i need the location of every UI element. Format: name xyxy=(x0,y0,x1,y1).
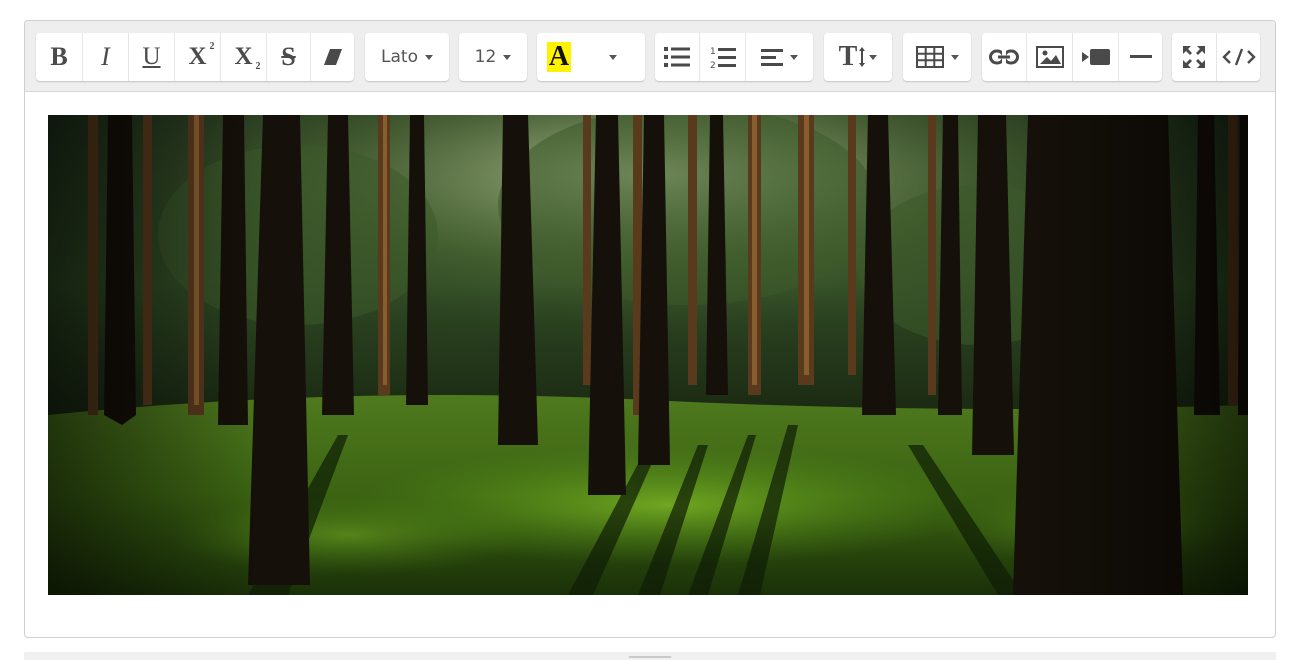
table-icon xyxy=(915,46,944,68)
superscript-button[interactable]: X 2 xyxy=(174,33,220,81)
line-height-group: T xyxy=(824,33,892,81)
horizontal-rule-button[interactable] xyxy=(1118,33,1162,81)
view-group xyxy=(1172,33,1260,81)
underline-button[interactable]: U xyxy=(128,33,174,81)
italic-icon: I xyxy=(101,42,110,71)
color-group: A xyxy=(537,33,645,81)
line-height-dropdown[interactable]: T xyxy=(824,33,892,81)
toolbar: B I U X 2 X 2 S Lato 12 A 1 2 T xyxy=(25,21,1275,92)
forest-photo[interactable] xyxy=(48,115,1248,595)
table-group xyxy=(903,33,971,81)
table-dropdown[interactable] xyxy=(903,33,971,81)
font-size-group: 12 xyxy=(459,33,527,81)
rich-text-editor: B I U X 2 X 2 S Lato 12 A 1 2 T xyxy=(24,20,1276,638)
font-family-value: Lato xyxy=(381,47,418,67)
text-color-icon: A xyxy=(547,41,571,72)
editor-content[interactable] xyxy=(25,93,1275,637)
align-icon xyxy=(761,49,783,66)
insert-link-button[interactable] xyxy=(982,33,1026,81)
insert-video-button[interactable] xyxy=(1072,33,1118,81)
font-style-group: B I U X 2 X 2 S xyxy=(36,33,354,81)
color-dropdown[interactable] xyxy=(581,33,645,81)
horizontal-rule-icon xyxy=(1129,55,1152,58)
fullscreen-icon xyxy=(1183,46,1205,68)
numbered-list-button[interactable]: 1 2 xyxy=(699,33,745,81)
chevron-down-icon xyxy=(503,54,512,60)
text-color-button[interactable]: A xyxy=(537,33,581,81)
chevron-down-icon xyxy=(790,54,798,60)
numbered-list-icon: 1 2 xyxy=(710,47,736,69)
paragraph-group: 1 2 xyxy=(655,33,813,81)
font-size-dropdown[interactable]: 12 xyxy=(459,33,527,81)
fullscreen-button[interactable] xyxy=(1172,33,1216,81)
video-icon xyxy=(1081,49,1110,65)
italic-button[interactable]: I xyxy=(82,33,128,81)
resize-bar[interactable] xyxy=(24,652,1276,660)
font-family-dropdown[interactable]: Lato xyxy=(365,33,449,81)
resize-grip-icon[interactable] xyxy=(629,656,671,658)
align-dropdown[interactable] xyxy=(745,33,813,81)
bullet-list-icon xyxy=(664,47,690,67)
insert-image-button[interactable] xyxy=(1026,33,1072,81)
subscript-icon: X 2 xyxy=(234,43,261,72)
font-family-group: Lato xyxy=(365,33,449,81)
line-height-icon: T xyxy=(839,41,867,73)
chevron-down-icon xyxy=(424,54,433,60)
eraser-icon xyxy=(323,49,342,65)
underline-icon: U xyxy=(142,43,161,70)
svg-text:1: 1 xyxy=(710,47,716,57)
link-icon xyxy=(989,49,1019,65)
superscript-icon: X 2 xyxy=(188,41,215,70)
code-view-icon xyxy=(1221,48,1256,66)
subscript-button[interactable]: X 2 xyxy=(220,33,266,81)
insert-group xyxy=(982,33,1162,81)
chevron-down-icon xyxy=(950,54,959,60)
svg-text:2: 2 xyxy=(710,61,716,69)
chevron-down-icon xyxy=(609,54,617,60)
bold-icon: B xyxy=(50,42,68,71)
strikethrough-button[interactable]: S xyxy=(266,33,310,81)
clear-format-button[interactable] xyxy=(310,33,354,81)
image-icon xyxy=(1035,46,1064,68)
chevron-down-icon xyxy=(869,54,878,60)
bullet-list-button[interactable] xyxy=(655,33,699,81)
code-view-button[interactable] xyxy=(1216,33,1260,81)
font-size-value: 12 xyxy=(474,47,497,67)
bold-button[interactable]: B xyxy=(36,33,82,81)
strikethrough-icon: S xyxy=(281,42,296,71)
